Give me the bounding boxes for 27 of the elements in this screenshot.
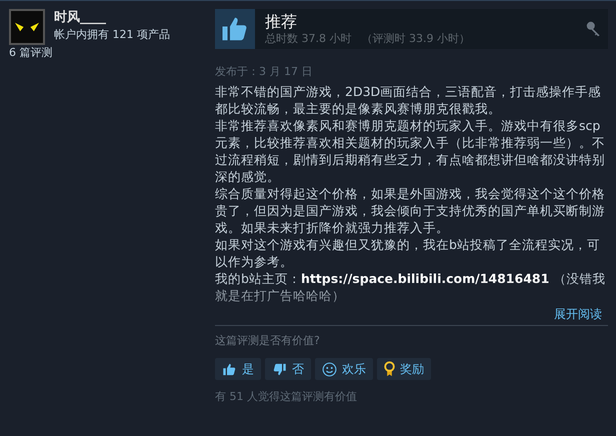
vote-button[interactable]: 是: [215, 358, 261, 380]
thumbs-down-icon: [272, 362, 287, 376]
avatar[interactable]: [9, 9, 45, 45]
vote-button[interactable]: 否: [265, 358, 311, 380]
review-paragraph: 非常不错的国产游戏，2D3D画面结合，三语配音，打击感操作手感都比较流畅，最主要的是像素风赛博朋克很戳我。: [215, 83, 602, 117]
reviews-count[interactable]: 6 篇评测: [9, 46, 215, 60]
verdict-title[interactable]: 推荐: [265, 12, 586, 32]
medal-icon: [384, 361, 395, 377]
posted-date: 发布于：3 月 17 日: [215, 65, 314, 79]
vote-button[interactable]: 奖励: [377, 358, 431, 380]
smiley-icon: [322, 362, 337, 376]
review-paragraph: 综合质量对得起这个价格，如果是外国游戏，我会觉得这个这个价格贵了，但因为是国产游戏，我会倾向于支持优秀的国产单机买断制游戏。如果未来打折降价就强力推荐入手。: [215, 185, 606, 236]
key-icon: [586, 21, 602, 37]
helpful-question: 这篇评测是否有价值?: [215, 334, 321, 348]
review-hours: （评测时 33.9 小时）: [362, 32, 470, 46]
products-count[interactable]: 帐户内拥有 121 项产品: [54, 27, 170, 43]
review-paragraph: 非常推荐喜欢像素风和赛博朋克题材的玩家入手。游戏中有很多scp元素，比较推荐喜欢相关题材的玩家入手（比非常推荐弱一些）。不过流程稍短，剧情到后期稍有些乏力，有点啥都想讲但啥都没讲特别深的感觉。: [215, 117, 606, 185]
helpful-count: 有 51 人觉得这篇评测有价值: [215, 390, 358, 404]
eyes-icon: [14, 21, 40, 33]
profile-link[interactable]: https://space.bilibili.com/14816481: [300, 271, 550, 286]
review-paragraph: 如果对这个游戏有兴趣但又犹豫的，我在b站投稿了全流程实况，可以作为参考。: [215, 236, 601, 270]
read-more-link[interactable]: 展开阅读: [554, 306, 602, 322]
vote-button[interactable]: 欢乐: [315, 358, 373, 380]
review-paragraph: 我的b站主页：https://space.bilibili.com/14816481 （没错我就是在打广告哈哈哈）: [215, 270, 606, 304]
author-name[interactable]: 时风____: [54, 9, 170, 27]
total-hours: 总时数 37.8 小时: [265, 32, 352, 46]
thumbs-up-icon: [222, 362, 237, 376]
